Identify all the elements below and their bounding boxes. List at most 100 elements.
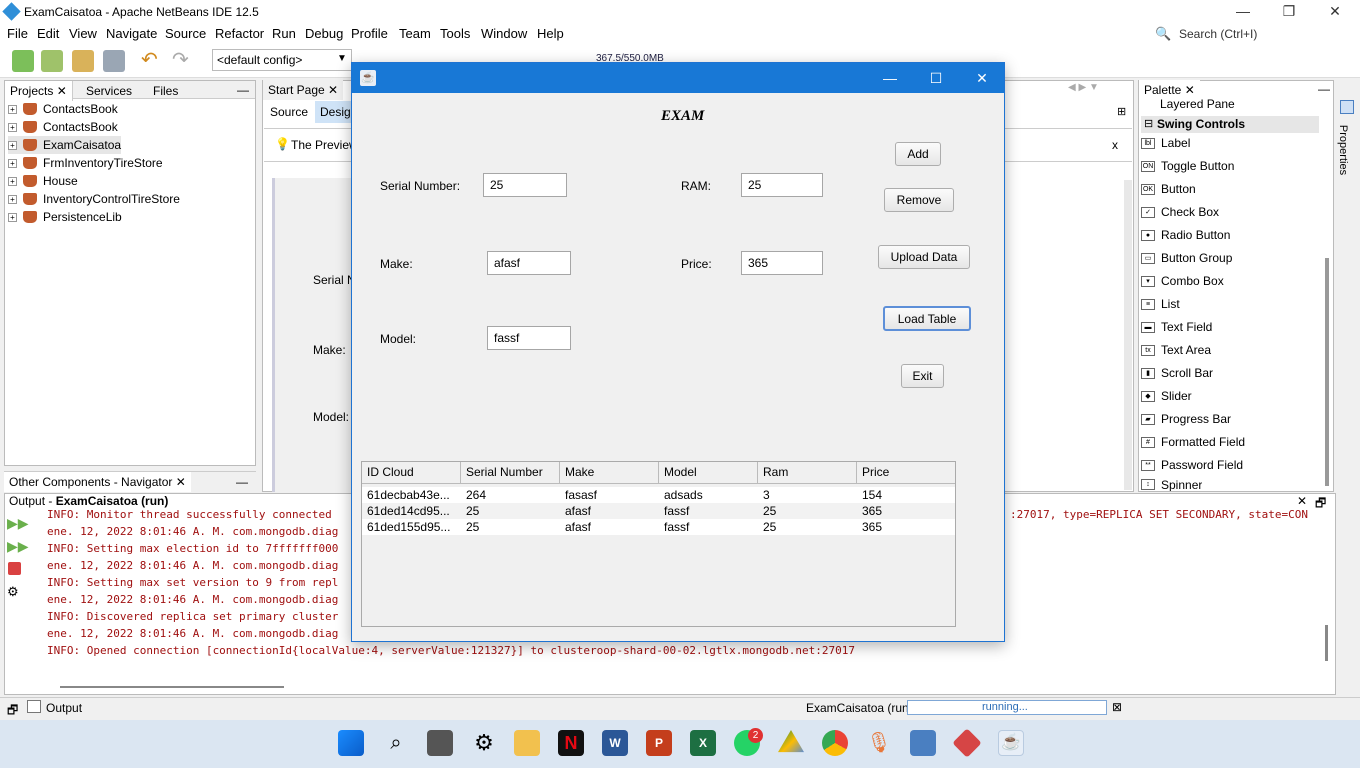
- menu-tools[interactable]: Tools: [440, 26, 470, 41]
- expand-icon[interactable]: +: [8, 104, 17, 114]
- column-header-price[interactable]: Price: [857, 462, 955, 484]
- table-cell[interactable]: 365: [857, 503, 955, 519]
- palette-item[interactable]: ▾ Combo Box: [1141, 271, 1224, 291]
- undo-icon[interactable]: ↶: [141, 50, 163, 72]
- table-cell[interactable]: fassf: [659, 519, 758, 535]
- powerpoint-icon[interactable]: P: [646, 730, 672, 756]
- menu-window[interactable]: Window: [481, 26, 527, 41]
- minimize-icon[interactable]: —: [1318, 82, 1330, 96]
- rerun-icon[interactable]: ▶▶: [7, 515, 29, 532]
- price-field[interactable]: 365: [741, 251, 823, 275]
- palette-item[interactable]: Layered Pane: [1160, 97, 1235, 111]
- palette-item[interactable]: ▬ Text Field: [1141, 317, 1212, 337]
- excel-icon[interactable]: X: [690, 730, 716, 756]
- netbeans-icon[interactable]: [910, 730, 936, 756]
- table-cell[interactable]: fassf: [659, 503, 758, 519]
- maximize-icon[interactable]: ❐: [1266, 0, 1312, 24]
- table-cell[interactable]: afasf: [560, 519, 659, 535]
- restore-icon[interactable]: 🗗: [7, 701, 18, 722]
- table-cell[interactable]: 25: [758, 503, 857, 519]
- word-icon[interactable]: W: [602, 730, 628, 756]
- exit-button[interactable]: Exit: [901, 364, 944, 388]
- tab-services[interactable]: Services: [81, 81, 137, 101]
- close-icon[interactable]: ✕: [176, 475, 186, 489]
- table-cell[interactable]: 25: [461, 519, 560, 535]
- column-header-model[interactable]: Model: [659, 462, 758, 484]
- collapse-icon[interactable]: ⊟: [1144, 117, 1153, 130]
- config-select[interactable]: <default config>: [212, 49, 352, 71]
- model-field[interactable]: fassf: [487, 326, 571, 350]
- table-cell[interactable]: afasf: [560, 503, 659, 519]
- expand-icon[interactable]: +: [8, 176, 17, 186]
- palette-item[interactable]: ◆ Slider: [1141, 386, 1192, 406]
- properties-side-tab[interactable]: Properties: [1337, 100, 1358, 190]
- menu-profile[interactable]: Profile: [351, 26, 388, 41]
- table-cell[interactable]: 25: [461, 503, 560, 519]
- table-cell[interactable]: 264: [461, 487, 560, 503]
- settings-icon[interactable]: ⚙: [471, 730, 497, 756]
- maximize-icon[interactable]: ☐: [913, 63, 959, 93]
- cancel-task-icon[interactable]: ⊠: [1112, 700, 1122, 714]
- save-all-icon[interactable]: [103, 50, 125, 72]
- tab-design[interactable]: Design: [315, 101, 355, 123]
- expand-icon[interactable]: +: [8, 122, 17, 132]
- tree-item[interactable]: + ContactsBook: [8, 100, 118, 118]
- tab-files[interactable]: Files: [148, 81, 183, 101]
- netflix-icon[interactable]: N: [558, 730, 584, 756]
- chrome-icon[interactable]: [822, 730, 848, 756]
- chevron-down-icon[interactable]: ▼: [337, 53, 347, 64]
- ram-field[interactable]: 25: [741, 173, 823, 197]
- menu-source[interactable]: Source: [165, 26, 206, 41]
- palette-item[interactable]: ● Radio Button: [1141, 225, 1230, 245]
- menu-help[interactable]: Help: [537, 26, 564, 41]
- expand-icon[interactable]: +: [8, 194, 17, 204]
- table-cell[interactable]: 154: [857, 487, 955, 503]
- microphone-icon[interactable]: 🎙: [866, 730, 892, 756]
- tree-item[interactable]: + InventoryControlTireStore: [8, 190, 180, 208]
- table-cell[interactable]: 365: [857, 519, 955, 535]
- tree-item[interactable]: + PersistenceLib: [8, 208, 122, 226]
- tree-item-selected[interactable]: + ExamCaisatoa: [8, 136, 122, 154]
- close-icon[interactable]: ✕: [57, 84, 67, 98]
- close-icon[interactable]: ✕: [1312, 0, 1358, 24]
- remove-button[interactable]: Remove: [884, 188, 954, 212]
- menu-run[interactable]: Run: [272, 26, 296, 41]
- minimize-icon[interactable]: —: [867, 63, 913, 93]
- settings-icon[interactable]: ⚙: [7, 584, 19, 600]
- palette-scrollbar[interactable]: [1325, 258, 1329, 486]
- google-drive-icon[interactable]: [778, 730, 804, 753]
- search-icon[interactable]: 🔍: [1155, 26, 1171, 42]
- add-button[interactable]: Add: [895, 142, 941, 166]
- file-explorer-icon[interactable]: [514, 730, 540, 756]
- tree-item[interactable]: + FrmInventoryTireStore: [8, 154, 163, 172]
- palette-item[interactable]: lbl Label: [1141, 133, 1190, 153]
- menu-navigate[interactable]: Navigate: [106, 26, 157, 41]
- palette-item[interactable]: ✓ Check Box: [1141, 202, 1219, 222]
- load-table-button[interactable]: Load Table: [883, 306, 971, 331]
- tab-projects[interactable]: Projects ✕: [5, 81, 73, 101]
- close-icon[interactable]: x: [1112, 138, 1118, 152]
- new-project-icon[interactable]: [41, 50, 63, 72]
- palette-section-header[interactable]: ⊟ Swing Controls: [1141, 116, 1319, 133]
- menu-debug[interactable]: Debug: [305, 26, 343, 41]
- new-file-icon[interactable]: [12, 50, 34, 72]
- minimize-icon[interactable]: —: [237, 83, 249, 97]
- column-header-id-cloud[interactable]: ID Cloud: [362, 462, 461, 484]
- table-cell[interactable]: 25: [758, 519, 857, 535]
- search-icon[interactable]: ⌕: [383, 730, 409, 756]
- palette-item[interactable]: OK Button: [1141, 179, 1196, 199]
- editor-scrollbar[interactable]: [1124, 180, 1132, 490]
- table-cell[interactable]: 61ded14cd95...: [362, 503, 461, 519]
- palette-item[interactable]: ↕ Spinner: [1141, 478, 1202, 491]
- palette-item[interactable]: ** Password Field: [1141, 455, 1243, 475]
- expand-icon[interactable]: +: [8, 212, 17, 222]
- tab-source[interactable]: Source: [270, 105, 308, 119]
- table-cell[interactable]: 3: [758, 487, 857, 503]
- grid-icon[interactable]: ⊞: [1117, 105, 1126, 118]
- tab-start-page[interactable]: Start Page ✕: [263, 80, 344, 100]
- palette-item[interactable]: ON Toggle Button: [1141, 156, 1234, 176]
- git-icon[interactable]: [952, 728, 982, 758]
- upload-data-button[interactable]: Upload Data: [878, 245, 970, 269]
- expand-icon[interactable]: +: [8, 140, 17, 150]
- menu-file[interactable]: File: [7, 26, 28, 41]
